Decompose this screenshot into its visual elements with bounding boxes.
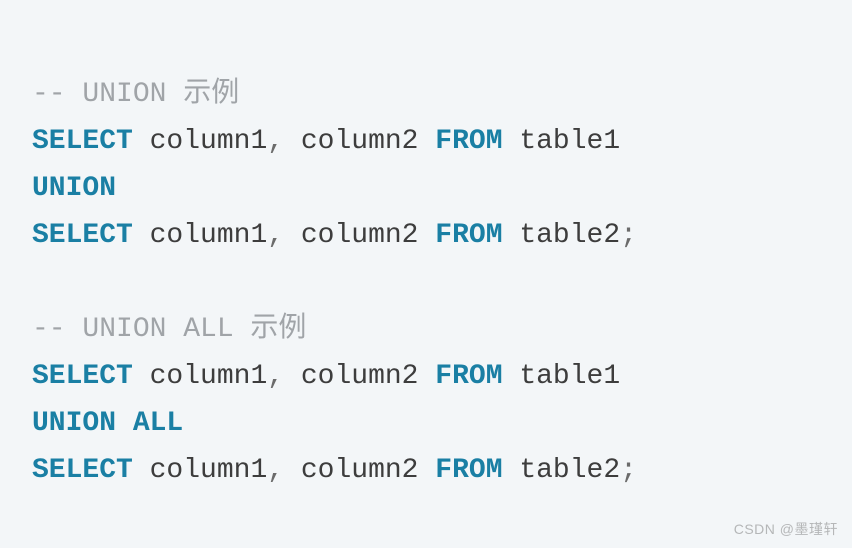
keyword-select: SELECT <box>32 361 133 392</box>
keyword-union: UNION <box>32 173 116 204</box>
comment-line: -- UNION ALL 示例 <box>32 314 306 345</box>
comma: , <box>267 220 284 251</box>
keyword-select: SELECT <box>32 126 133 157</box>
identifier: table1 <box>503 361 621 392</box>
sql-code-block: -- UNION 示例 SELECT column1, column2 FROM… <box>32 24 820 494</box>
comment-line: -- UNION 示例 <box>32 79 239 110</box>
identifier: column2 <box>284 220 435 251</box>
identifier: column2 <box>284 455 435 486</box>
comma: , <box>267 126 284 157</box>
identifier: table1 <box>503 126 621 157</box>
identifier: column1 <box>133 361 267 392</box>
comma: , <box>267 361 284 392</box>
keyword-select: SELECT <box>32 455 133 486</box>
keyword-union-all: UNION ALL <box>32 408 183 439</box>
identifier: table2 <box>503 455 621 486</box>
keyword-from: FROM <box>435 361 502 392</box>
semicolon: ; <box>620 220 637 251</box>
identifier: column1 <box>133 220 267 251</box>
identifier: column2 <box>284 361 435 392</box>
comma: , <box>267 455 284 486</box>
identifier: column2 <box>284 126 435 157</box>
keyword-from: FROM <box>435 126 502 157</box>
keyword-select: SELECT <box>32 220 133 251</box>
semicolon: ; <box>620 455 637 486</box>
watermark-text: CSDN @墨瑾轩 <box>734 518 838 542</box>
keyword-from: FROM <box>435 455 502 486</box>
identifier: column1 <box>133 126 267 157</box>
identifier: table2 <box>503 220 621 251</box>
identifier: column1 <box>133 455 267 486</box>
keyword-from: FROM <box>435 220 502 251</box>
